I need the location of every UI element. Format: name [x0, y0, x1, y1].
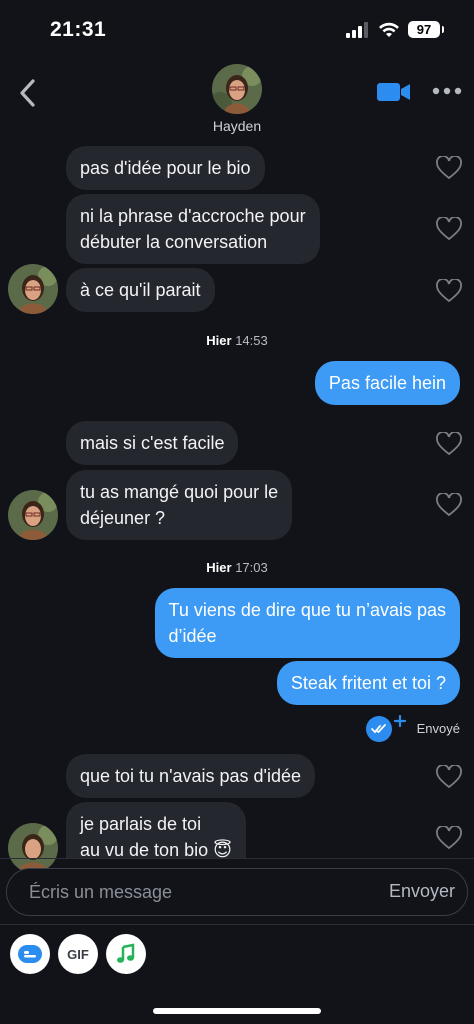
message-text: que toi tu n'avais pas d'idée	[80, 766, 302, 786]
sender-avatar[interactable]	[8, 490, 58, 540]
contact-avatar[interactable]	[212, 64, 262, 114]
send-button[interactable]: Envoyer	[389, 881, 455, 902]
status-icons: 97	[346, 21, 444, 38]
gif-button[interactable]: GIF	[58, 934, 98, 974]
more-icon[interactable]	[432, 84, 462, 98]
timestamp-day: Hier	[206, 333, 232, 348]
contact-name[interactable]: Hayden	[0, 118, 474, 134]
timestamp: Hier 14:53	[0, 333, 474, 348]
battery-level: 97	[416, 22, 432, 37]
gif-label: GIF	[67, 946, 89, 962]
timestamp: Hier 17:03	[0, 560, 474, 575]
message-text-line-2: d’idée	[168, 626, 217, 646]
message-bubble-incoming[interactable]: mais si c'est facile	[66, 421, 239, 465]
delivery-status: Envoyé	[365, 713, 460, 743]
message-text-line-2: débuter la conversation	[80, 232, 268, 252]
music-button[interactable]	[106, 934, 146, 974]
message-input[interactable]	[29, 869, 369, 915]
message-composer: Envoyer	[6, 868, 468, 916]
message-text-line-2: au vu de ton bio 😇	[80, 840, 232, 858]
sender-avatar[interactable]	[8, 823, 58, 873]
message-text: mais si c'est facile	[80, 433, 225, 453]
message-bubble-incoming[interactable]: je parlais de toi au vu de ton bio 😇	[66, 802, 246, 858]
wifi-icon	[379, 22, 399, 37]
message-bubble-incoming[interactable]: tu as mangé quoi pour le déjeuner ?	[66, 470, 293, 540]
timestamp-time: 14:53	[235, 333, 268, 348]
message-bubble-incoming[interactable]: à ce qu'il parait	[66, 268, 215, 312]
message-text: Steak fritent et toi ?	[290, 673, 446, 693]
heart-icon[interactable]	[436, 493, 462, 517]
status-bar: 21:31 97	[0, 0, 474, 60]
sender-avatar[interactable]	[8, 264, 58, 314]
divider	[0, 924, 474, 925]
cellular-signal-icon	[346, 21, 368, 38]
message-bubble-outgoing[interactable]: Steak fritent et toi ?	[276, 661, 460, 705]
home-indicator	[153, 1008, 321, 1014]
message-bubble-incoming[interactable]: ni la phrase d'accroche pour débuter la …	[66, 194, 320, 264]
chat-header: Hayden	[0, 60, 474, 140]
music-icon	[117, 943, 135, 963]
message-text-line-1: ni la phrase d'accroche pour	[80, 206, 306, 226]
delivery-status-label: Envoyé	[416, 720, 460, 736]
message-text: pas d'idée pour le bio	[80, 158, 251, 178]
message-bubble-incoming[interactable]: pas d'idée pour le bio	[66, 146, 265, 190]
video-call-icon[interactable]	[376, 80, 412, 104]
message-bubble-outgoing[interactable]: Tu viens de dire que tu n’avais pas d’id…	[154, 588, 460, 658]
heart-icon[interactable]	[436, 279, 462, 303]
message-bubble-outgoing[interactable]: Pas facile hein	[314, 361, 460, 405]
message-text-line-1: je parlais de toi	[80, 814, 202, 834]
message-text-line-1: Tu viens de dire que tu n’avais pas	[168, 600, 447, 620]
divider	[0, 858, 474, 859]
message-text-line-2: déjeuner ?	[80, 508, 166, 528]
message-bubble-incoming[interactable]: que toi tu n'avais pas d'idée	[66, 754, 316, 798]
status-time: 21:31	[50, 18, 107, 41]
heart-icon[interactable]	[436, 432, 462, 456]
message-text: à ce qu'il parait	[80, 280, 201, 300]
back-icon[interactable]	[16, 76, 40, 110]
heart-icon[interactable]	[436, 765, 462, 789]
timestamp-day: Hier	[206, 560, 232, 575]
heart-icon[interactable]	[436, 217, 462, 241]
timestamp-time: 17:03	[235, 560, 268, 575]
sticker-icon	[18, 945, 42, 963]
heart-icon[interactable]	[436, 156, 462, 180]
message-text: Pas facile hein	[328, 373, 446, 393]
read-receipt-icon	[365, 714, 406, 742]
message-text-line-1: tu as mangé quoi pour le	[80, 482, 279, 502]
sticker-button[interactable]	[10, 934, 50, 974]
heart-icon[interactable]	[436, 826, 462, 850]
battery-indicator: 97	[408, 21, 444, 38]
